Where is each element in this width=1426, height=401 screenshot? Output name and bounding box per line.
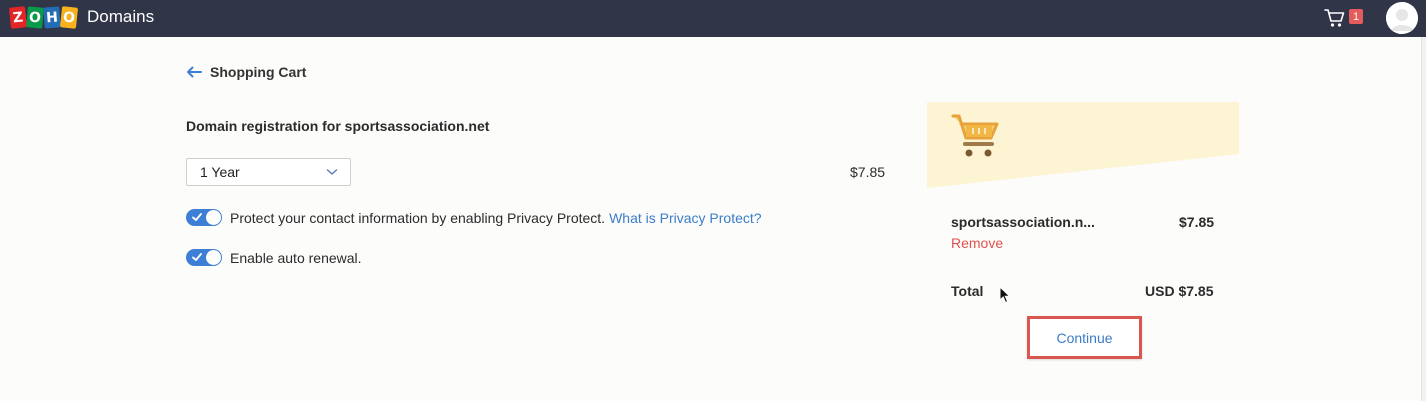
remove-item-link[interactable]: Remove: [951, 235, 1003, 251]
cart-item-name: sportsassociation.n...: [951, 214, 1095, 230]
app-name: Domains: [87, 7, 155, 26]
auto-renewal-label: Enable auto renewal.: [230, 249, 362, 266]
cart-button[interactable]: 1: [1324, 7, 1364, 29]
registration-period-select[interactable]: 1 Year: [186, 158, 351, 186]
total-value: USD $7.85: [1145, 283, 1214, 299]
scrollbar-track[interactable]: [1421, 37, 1426, 401]
continue-button[interactable]: Continue: [1027, 316, 1142, 359]
check-icon: [192, 213, 202, 221]
zoho-logo[interactable]: Z O H O: [8, 6, 79, 29]
back-label: Shopping Cart: [210, 64, 307, 80]
logo-letter: Z: [8, 6, 28, 29]
cart-item-price: $7.85: [1179, 214, 1215, 230]
logo-letter: H: [43, 6, 61, 29]
user-avatar[interactable]: [1386, 2, 1418, 34]
privacy-protect-info-link[interactable]: What is Privacy Protect?: [609, 210, 762, 226]
back-to-shopping-cart-link[interactable]: Shopping Cart: [186, 64, 306, 80]
privacy-protect-toggle[interactable]: [186, 209, 222, 226]
cart-summary-banner: [927, 102, 1239, 188]
shopping-cart-icon: [1324, 9, 1345, 27]
toggle-knob: [206, 210, 221, 225]
auto-renewal-toggle[interactable]: [186, 249, 222, 266]
logo-letter: O: [59, 6, 79, 29]
arrow-left-icon: [187, 66, 202, 78]
top-bar: Z O H O Domains 1: [0, 0, 1426, 37]
privacy-protect-row: Protect your contact information by enab…: [186, 209, 762, 226]
user-icon: [1386, 2, 1418, 34]
registration-title: Domain registration for sportsassociatio…: [186, 118, 490, 134]
toggle-knob: [206, 250, 221, 265]
registration-price: $7.85: [850, 164, 886, 180]
check-icon: [192, 253, 202, 261]
auto-renewal-row: Enable auto renewal.: [186, 249, 362, 266]
privacy-protect-label: Protect your contact information by enab…: [230, 209, 606, 226]
mouse-cursor-icon: [999, 286, 1011, 304]
registration-period-value: 1 Year: [200, 164, 240, 180]
logo-letter: O: [26, 6, 44, 29]
cart-count-badge: 1: [1349, 9, 1363, 24]
chevron-down-icon: [326, 169, 338, 175]
total-label: Total: [951, 283, 984, 299]
